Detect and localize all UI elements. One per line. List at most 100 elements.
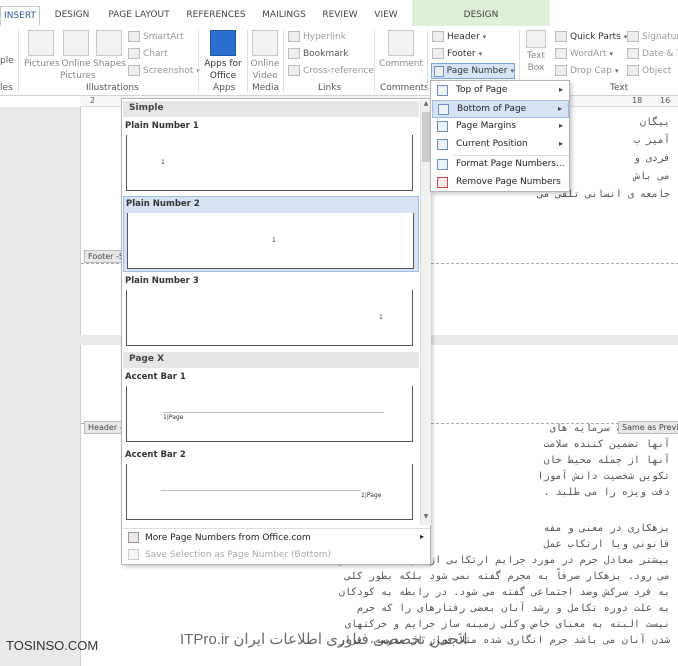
tab-view[interactable]: VIEW (368, 6, 404, 26)
chart-button[interactable]: Chart (128, 48, 168, 59)
media-group-label: Media (252, 83, 280, 93)
chevron-down-icon: ▾ (478, 49, 483, 58)
submenu-arrow-icon: ▸ (558, 139, 563, 148)
online-pictures-icon (63, 30, 89, 56)
tab-references[interactable]: REFERENCES (183, 6, 249, 26)
save-selection-label: Save Selection as Page Number (Bottom) (145, 550, 332, 560)
chevron-down-icon: ▾ (482, 32, 487, 41)
smartart-label: SmartArt (143, 31, 184, 42)
links-group-label: Links (318, 83, 342, 93)
header-button[interactable]: Header ▾ (432, 31, 486, 42)
body-text-line: قانونی ویا ارتکاب عمل (543, 539, 670, 550)
gallery-item-name: Plain Number 1 (125, 121, 199, 131)
wordart-icon (555, 48, 567, 59)
tab-header-footer-design[interactable]: DESIGN (412, 6, 550, 20)
ruler-number: 2 (90, 96, 96, 105)
shapes-button[interactable]: Shapes (93, 30, 126, 70)
gallery-page-preview: 1 (126, 135, 413, 191)
page-number-icon (434, 65, 444, 77)
menu-item-current-position[interactable]: Current Position ▸ (432, 136, 569, 154)
tab-review[interactable]: REVIEW (319, 6, 361, 26)
gallery-item-plain-number-3[interactable]: Plain Number 3 1 (123, 274, 419, 350)
screenshot-icon (128, 65, 140, 76)
screenshot-button[interactable]: Screenshot ▾ (128, 65, 200, 76)
drop-cap-button[interactable]: Drop Cap ▾ (555, 65, 619, 76)
submenu-arrow-icon: ▸ (419, 532, 424, 541)
comment-button[interactable]: Comment (377, 30, 425, 70)
menu-item-label: Format Page Numbers... (456, 159, 565, 169)
more-page-numbers-item[interactable]: More Page Numbers from Office.com ▸ (123, 528, 430, 546)
object-button[interactable]: Object (627, 65, 671, 76)
gallery-page-preview: 1 (127, 213, 414, 269)
menu-item-format-page-numbers[interactable]: Format Page Numbers... (432, 156, 569, 174)
chevron-down-icon: ▾ (615, 66, 619, 75)
wordart-button[interactable]: WordArt ▾ (555, 48, 613, 59)
online-pictures-button[interactable]: Online Pictures (60, 30, 96, 82)
group-separator (247, 30, 248, 92)
tab-mailings[interactable]: MAILINGS (257, 6, 311, 26)
body-text-line: به علت دوره تکامل و رشد آنان بعضی رفتاره… (356, 603, 670, 614)
menu-item-page-margins[interactable]: Page Margins ▸ (432, 118, 569, 136)
ribbon-tab-bar: INSERT DESIGN PAGE LAYOUT REFERENCES MAI… (0, 0, 678, 26)
page-number-gallery[interactable]: Simple Plain Number 1 1 Plain Number 2 1… (121, 98, 431, 565)
body-text-line: دقت ویژه را می طلبد . (543, 487, 670, 498)
header-icon (432, 31, 444, 42)
bookmark-button[interactable]: Bookmark (288, 48, 349, 59)
cross-reference-button[interactable]: Cross-reference (288, 65, 374, 76)
quick-parts-button[interactable]: Quick Parts ▾ (555, 31, 627, 42)
online-video-button[interactable]: Online Video (249, 30, 281, 82)
accent-bar-line (161, 490, 361, 491)
menu-item-bottom-of-page[interactable]: Bottom of Page ▸ (432, 100, 569, 118)
cut-group-label: les (0, 83, 13, 93)
cross-reference-label: Cross-reference (303, 65, 374, 76)
menu-item-label: Top of Page (456, 85, 508, 95)
page-number-menu[interactable]: Top of Page ▸ Bottom of Page ▸ Page Marg… (430, 80, 570, 192)
watermark-right: ITPro.ir انجمن تخصصی فناوری اطلاعات ایرا… (180, 631, 468, 648)
smartart-icon (128, 31, 140, 42)
page-margins-icon (437, 121, 448, 132)
gallery-item-name: Plain Number 3 (125, 276, 199, 286)
page-number-mark: 1 (379, 314, 383, 321)
date-time-button[interactable]: Date & T (627, 48, 678, 59)
cross-reference-icon (288, 65, 300, 76)
gallery-item-accent-bar-1[interactable]: Accent Bar 1 1|Page (123, 370, 419, 446)
menu-item-remove-page-numbers[interactable]: Remove Page Numbers (432, 174, 569, 192)
tab-page-layout[interactable]: PAGE LAYOUT (104, 6, 174, 26)
hyperlink-button[interactable]: Hyperlink (288, 31, 346, 42)
wordart-label: WordArt (570, 48, 607, 59)
submenu-arrow-icon: ▸ (558, 121, 563, 130)
bottom-of-page-icon (438, 104, 449, 115)
gallery-item-plain-number-1[interactable]: Plain Number 1 1 (123, 119, 419, 195)
gallery-page-preview: 1|Page (126, 464, 413, 520)
footer-icon (432, 48, 444, 59)
gallery-item-name: Accent Bar 2 (125, 450, 186, 460)
apps-for-office-button[interactable]: Apps for Office (202, 30, 244, 82)
signature-line-button[interactable]: Signature (627, 31, 678, 42)
quick-parts-icon (555, 31, 567, 42)
pictures-button[interactable]: Pictures (24, 30, 60, 70)
format-page-numbers-icon (437, 159, 448, 170)
tab-insert[interactable]: INSERT (0, 6, 40, 26)
text-box-button[interactable]: Text Box (522, 30, 550, 74)
tab-design[interactable]: DESIGN (48, 6, 96, 26)
smartart-button[interactable]: SmartArt (128, 31, 184, 42)
gallery-item-plain-number-2[interactable]: Plain Number 2 1 (123, 196, 419, 272)
same-as-previous-tag[interactable]: Same as Previo (618, 421, 678, 434)
quick-parts-label: Quick Parts (570, 31, 621, 42)
gallery-item-accent-bar-2[interactable]: Accent Bar 2 1|Page (123, 448, 419, 524)
body-text-line: آنها از جمله محیط خان (543, 455, 670, 466)
body-text-line: تکوین شخصیت دانش آموزا (537, 471, 670, 482)
drop-cap-label: Drop Cap (570, 65, 613, 76)
group-separator (198, 30, 199, 92)
hyperlink-label: Hyperlink (303, 31, 346, 42)
page-number-label: Page Number (446, 66, 508, 76)
menu-item-top-of-page[interactable]: Top of Page ▸ (432, 82, 569, 100)
footer-button[interactable]: Footer ▾ (432, 48, 482, 59)
cut-button-label[interactable]: ple (0, 56, 14, 66)
scroll-thumb[interactable] (422, 112, 430, 162)
page-number-button[interactable]: Page Number ▾ (431, 63, 515, 79)
scroll-down-icon[interactable]: ▼ (421, 513, 431, 523)
menu-item-label: Remove Page Numbers (456, 177, 561, 187)
date-time-icon (627, 48, 639, 59)
apps-icon (210, 30, 236, 56)
